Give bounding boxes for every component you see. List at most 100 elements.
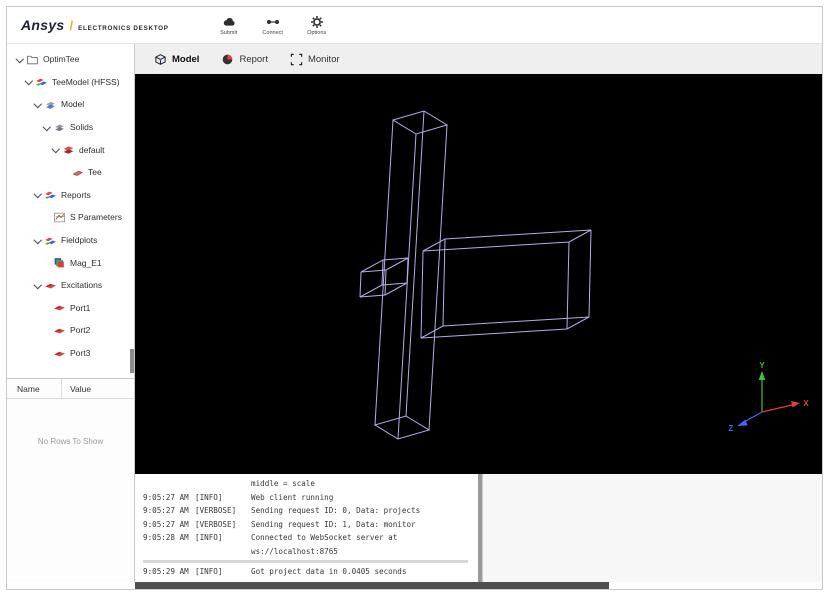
tree-item-solids[interactable]: Solids	[7, 116, 134, 139]
chevron-down-icon[interactable]	[51, 145, 60, 154]
tab-bar: Model Report Monitor	[135, 44, 822, 74]
toolbar-button-label: Submit	[220, 29, 238, 36]
chevron-down-icon[interactable]	[24, 77, 33, 86]
tab-monitor[interactable]: Monitor	[279, 44, 351, 74]
tab-report[interactable]: Report	[210, 44, 279, 74]
console-message: middle = scale	[251, 479, 316, 488]
console-message: Got project data in 0.0405 seconds	[251, 567, 407, 576]
tree-item-label: Port2	[70, 325, 91, 336]
console-level: [INFO]	[195, 567, 223, 576]
console-message: ws://localhost:8765	[251, 546, 338, 556]
console-level	[195, 477, 251, 491]
hfss-icon	[35, 75, 48, 88]
console-level: [VERBOSE]	[195, 519, 237, 529]
main-area: Model Report Monitor Y X Z middle = scal…	[135, 44, 822, 589]
ansys-wordmark: Ansys	[21, 17, 65, 33]
monitor-tab-icon	[290, 53, 303, 66]
value-column-header: Value	[70, 383, 92, 394]
x-axis-arrowhead	[791, 401, 800, 408]
tree-item-tee[interactable]: Tee	[7, 161, 134, 184]
tree-item-optimtee[interactable]: OptimTee	[7, 48, 134, 71]
chevron-down-icon[interactable]	[33, 190, 42, 199]
bottom-scrollbar[interactable]	[135, 582, 609, 589]
console-lines-top: middle = scale 9:05:27 AM [INFO] Web client…	[143, 477, 478, 558]
y-axis-label: Y	[759, 361, 765, 370]
console-message: Web client running	[251, 492, 334, 502]
toolbar-button-submit[interactable]: Submit	[211, 15, 247, 36]
model-tab-icon	[154, 53, 167, 66]
tree-scrollbar[interactable]	[130, 349, 134, 373]
solids-icon	[53, 121, 66, 134]
properties-header: Name Value	[7, 379, 134, 399]
chevron-down-icon[interactable]	[33, 236, 42, 245]
z-axis-arrow	[743, 411, 763, 423]
console-side-panel	[482, 474, 822, 582]
chevron-down-icon[interactable]	[33, 100, 42, 109]
chevron-down-icon[interactable]	[33, 281, 42, 290]
name-column-header: Name	[7, 379, 62, 398]
tree-item-label: S Parameters	[70, 212, 122, 223]
console-lines-bottom: 9:05:29 AM [INFO] Got project data in 0.04…	[143, 565, 478, 579]
console-horizontal-scrollbar[interactable]	[143, 560, 468, 563]
no-rows-message: No Rows To Show	[37, 437, 104, 446]
report-tab-icon	[221, 53, 234, 66]
fieldplot-icon	[53, 256, 66, 269]
gear-icon	[310, 15, 324, 29]
tree-item-label: Excitations	[61, 280, 103, 291]
console-line: 9:05:28 AM [INFO] Connected to WebSocket s…	[143, 531, 478, 545]
tree-item-reports[interactable]: Reports	[7, 184, 134, 207]
chevron-down-icon[interactable]	[42, 123, 51, 132]
toolbar-button-connect[interactable]: Connect	[255, 15, 291, 36]
tab-label: Report	[239, 53, 268, 65]
tee-wireframe	[359, 110, 592, 440]
tree-item-label: Port1	[70, 302, 91, 313]
connect-icon	[266, 15, 280, 29]
folder-icon	[26, 53, 39, 66]
tab-label: Monitor	[307, 53, 340, 65]
console-line: 9:05:27 AM [VERBOSE] Sending request ID: 0…	[143, 504, 478, 518]
tree-item-mag-e1[interactable]: Mag_E1	[7, 251, 134, 274]
tree-item-label: Reports	[61, 189, 91, 200]
tree-item-label: TeeModel (HFSS)	[52, 76, 120, 87]
tree-item-fieldplots[interactable]: Fieldplots	[7, 229, 134, 252]
tree-item-excitations[interactable]: Excitations	[7, 274, 134, 297]
header: Ansys / ELECTRONICS DESKTOP Submit Connec…	[7, 7, 822, 44]
tree-item-teemodel-hfss[interactable]: TeeModel (HFSS)	[7, 71, 134, 94]
console-timestamp: 9:05:27 AM	[143, 506, 189, 515]
console-timestamp	[143, 545, 195, 559]
console-line: middle = scale	[143, 477, 478, 491]
wireframe-canvas: Y X Z	[359, 110, 809, 440]
tree-item-port1[interactable]: Port1	[7, 297, 134, 320]
tree-item-default[interactable]: default	[7, 138, 134, 161]
console-line: 9:05:27 AM [INFO] Web client running	[143, 491, 478, 505]
tree-item-port3[interactable]: Port3	[7, 342, 134, 365]
console-timestamp: 9:05:29 AM	[143, 567, 189, 576]
console-timestamp	[143, 477, 195, 491]
tab-model[interactable]: Model	[143, 44, 210, 74]
console-level: [INFO]	[195, 533, 223, 542]
fieldplots-icon	[44, 234, 57, 247]
console-line: 9:05:29 AM [INFO] Got project data in 0.04…	[143, 565, 478, 579]
model-icon	[44, 98, 57, 111]
tree-item-label: Port3	[70, 348, 91, 359]
port-icon	[53, 347, 66, 360]
tree-item-s-parameters[interactable]: S Parameters	[7, 206, 134, 229]
sidebar: OptimTee TeeModel (HFSS) Model Solids defaul…	[7, 44, 135, 582]
console-timestamp: 9:05:27 AM	[143, 519, 189, 529]
tree-item-label: Fieldplots	[61, 235, 98, 246]
console-line: 9:05:27 AM [VERBOSE] Sending request ID: 1…	[143, 518, 478, 532]
product-name: ELECTRONICS DESKTOP	[78, 25, 169, 32]
tree-item-model[interactable]: Model	[7, 93, 134, 116]
toolbar-button-label: Options	[307, 29, 327, 36]
tree-item-label: Solids	[70, 122, 94, 133]
toolbar-button-options[interactable]: Options	[299, 15, 335, 36]
console-message: Sending request ID: 0, Data: projects	[251, 506, 421, 515]
chevron-down-icon[interactable]	[15, 55, 24, 64]
y-axis-arrowhead	[758, 371, 766, 380]
material-icon	[62, 143, 75, 156]
viewport-3d[interactable]: Y X Z	[135, 74, 822, 474]
excitations-icon	[44, 279, 57, 292]
tree-item-port2[interactable]: Port2	[7, 319, 134, 342]
console-message: Sending request ID: 1, Data: monitor	[251, 519, 416, 529]
